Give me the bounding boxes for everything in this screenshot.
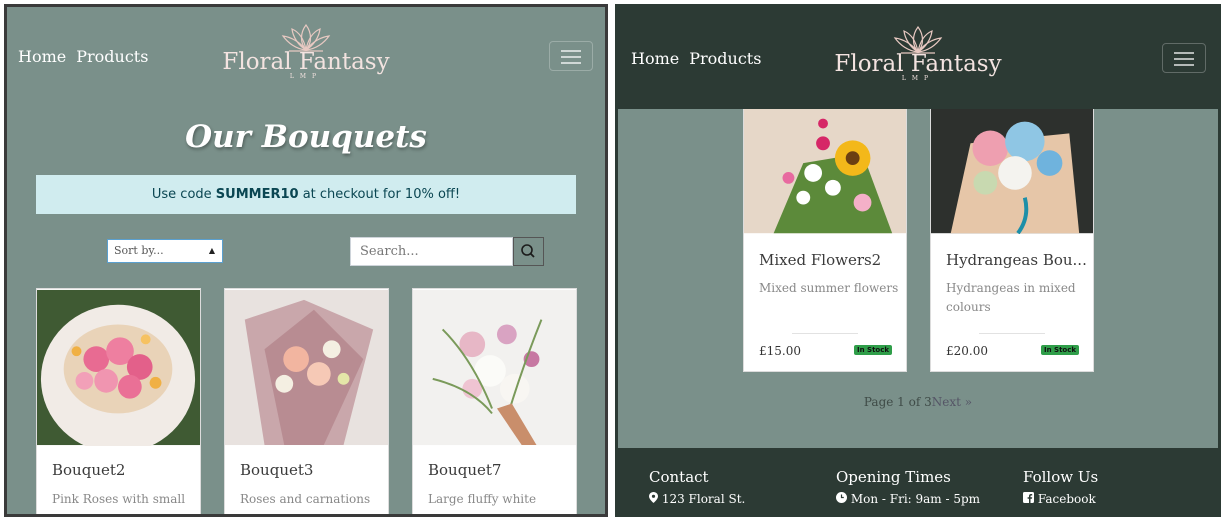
sort-select-label: Sort by... <box>114 244 164 257</box>
product-card[interactable]: Hydrangeas Bou... Hydrangeas in mixed co… <box>930 102 1094 372</box>
product-description: Mixed summer flowers <box>759 281 899 295</box>
map-marker-icon <box>649 492 658 503</box>
product-price: £20.00 <box>946 344 988 358</box>
stock-badge: In Stock <box>1041 345 1080 355</box>
search-icon <box>521 244 535 258</box>
product-image <box>225 289 388 446</box>
left-screen: Home Products Floral Fantasy LMP Our Bouq… <box>4 4 608 517</box>
right-screen: Mixed Flowers2 Mixed summer flowers £15.… <box>615 4 1221 517</box>
promo-code: SUMMER10 <box>215 187 299 202</box>
navbar: Home Products Floral Fantasy LMP <box>618 7 1218 109</box>
product-title: Mixed Flowers2 <box>759 251 882 269</box>
brand-name: Floral Fantasy <box>222 49 390 75</box>
navbar: Home Products Floral Fantasy LMP <box>7 7 605 109</box>
footer-hours-heading: Opening Times <box>836 468 951 486</box>
page-title: Our Bouquets <box>185 119 427 155</box>
page-indicator: Page 1 of 3 <box>863 395 932 409</box>
brand-logo[interactable]: Floral Fantasy LMP <box>818 25 1018 82</box>
clock-icon <box>836 492 847 503</box>
nav-links: Home Products <box>631 49 771 68</box>
footer-address-text: 123 Floral St. <box>661 492 746 506</box>
product-image <box>931 103 1093 234</box>
card-divider <box>979 333 1045 334</box>
product-card[interactable]: Bouquet2 Pink Roses with small <box>36 288 201 514</box>
footer-hours-line: Mon - Fri: 9am - 5pm <box>836 492 980 506</box>
nav-home-link[interactable]: Home <box>18 47 66 66</box>
product-description: Pink Roses with small <box>52 492 186 506</box>
search-input[interactable]: Search... <box>350 237 513 266</box>
search-placeholder: Search... <box>360 244 419 259</box>
product-card[interactable]: Mixed Flowers2 Mixed summer flowers £15.… <box>743 102 907 372</box>
facebook-icon <box>1023 492 1034 503</box>
footer-contact-heading: Contact <box>649 468 709 486</box>
footer-contact: Contact 123 Floral St. <box>649 468 745 506</box>
stock-badge: In Stock <box>854 345 893 355</box>
footer-facebook-link[interactable]: Facebook <box>1023 492 1098 506</box>
footer-hours: Opening Times Mon - Fri: 9am - 5pm <box>836 468 980 506</box>
footer: Contact 123 Floral St. Opening Times Mon… <box>618 448 1218 514</box>
product-title: Bouquet3 <box>240 461 314 479</box>
nav-products-link[interactable]: Products <box>76 47 148 66</box>
footer-follow: Follow Us Facebook <box>1023 468 1098 506</box>
footer-facebook-text: Facebook <box>1037 492 1096 506</box>
product-title: Bouquet2 <box>52 461 126 479</box>
brand-name: Floral Fantasy <box>834 51 1002 77</box>
promo-text-after: at checkout for 10% off! <box>298 187 461 202</box>
card-divider <box>792 333 858 334</box>
product-description: Large fluffy white <box>428 492 537 506</box>
promo-banner: Use code SUMMER10 at checkout for 10% of… <box>36 175 576 214</box>
promo-text-before: Use code <box>151 187 216 202</box>
next-page-link[interactable]: Next » <box>932 395 972 409</box>
product-price: £15.00 <box>759 344 801 358</box>
search-button[interactable] <box>513 237 544 266</box>
nav-links: Home Products <box>18 47 158 66</box>
product-image <box>413 289 576 446</box>
product-image <box>37 289 200 446</box>
nav-products-link[interactable]: Products <box>689 49 761 68</box>
footer-address: 123 Floral St. <box>649 492 745 506</box>
product-card[interactable]: Bouquet7 Large fluffy white <box>412 288 577 514</box>
product-title: Hydrangeas Bou... <box>946 251 1087 269</box>
hamburger-menu-icon[interactable] <box>1162 43 1206 73</box>
hamburger-menu-icon[interactable] <box>549 41 593 71</box>
select-arrows-icon: ▲ <box>208 246 215 255</box>
footer-follow-heading: Follow Us <box>1023 468 1099 486</box>
sort-select[interactable]: Sort by... ▲ <box>107 239 223 263</box>
product-title: Bouquet7 <box>428 461 502 479</box>
nav-home-link[interactable]: Home <box>631 49 679 68</box>
footer-hours-text: Mon - Fri: 9am - 5pm <box>850 492 981 506</box>
pagination: Page 1 of 3Next » <box>618 395 1218 409</box>
product-image <box>744 103 906 234</box>
brand-logo[interactable]: Floral Fantasy LMP <box>206 23 406 80</box>
product-card[interactable]: Bouquet3 Roses and carnations <box>224 288 389 514</box>
product-description: Hydrangeas in mixed colours <box>946 281 1076 314</box>
product-description: Roses and carnations <box>240 492 371 506</box>
